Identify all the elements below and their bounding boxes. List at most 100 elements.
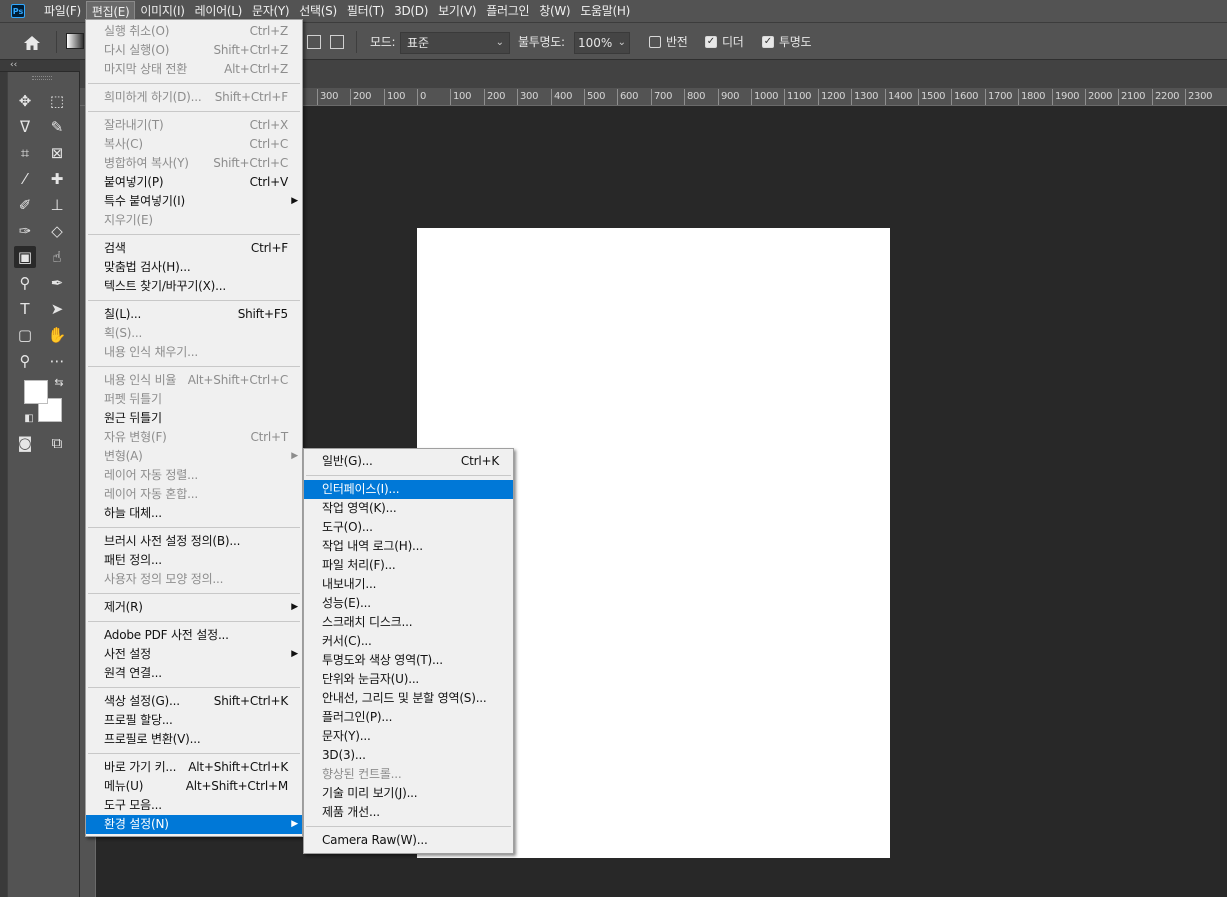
menu-edit[interactable]: 편집(E) bbox=[85, 1, 136, 21]
prefs-menu-item-제품-개선[interactable]: 제품 개선... bbox=[304, 803, 513, 822]
hand-tool-icon[interactable]: ✋ bbox=[46, 324, 68, 346]
edit-menu-item-패턴-정의[interactable]: 패턴 정의... bbox=[86, 551, 302, 570]
prefs-menu-item-내보내기[interactable]: 내보내기... bbox=[304, 575, 513, 594]
default-colors-icon[interactable]: ◧ bbox=[18, 408, 40, 430]
prefs-menu-item-성능[interactable]: 성능(E)... bbox=[304, 594, 513, 613]
prefs-menu-item-문자[interactable]: 문자(Y)... bbox=[304, 727, 513, 746]
edit-menu-item-원근-뒤틀기[interactable]: 원근 뒤틀기 bbox=[86, 409, 302, 428]
dither-checkbox[interactable]: ✓ bbox=[705, 36, 717, 48]
menu-file[interactable]: 파일(F) bbox=[39, 1, 86, 21]
menu-view[interactable]: 보기(V) bbox=[433, 1, 481, 21]
zoom-tool-icon[interactable]: ⚲ bbox=[14, 350, 36, 372]
mode-select[interactable]: 표준 ⌄ bbox=[400, 32, 510, 54]
menu-plugins[interactable]: 플러그인 bbox=[481, 1, 534, 21]
prefs-menu-item-향상된-컨트롤[interactable]: 향상된 컨트롤... bbox=[304, 765, 513, 784]
edit-menu-item-마지막-상태-전환[interactable]: 마지막 상태 전환 Alt+Ctrl+Z bbox=[86, 60, 302, 79]
menu-filter[interactable]: 필터(T) bbox=[342, 1, 389, 21]
stamp-tool-icon[interactable]: ⊥ bbox=[46, 194, 68, 216]
quick-mask-icon[interactable]: ◙ bbox=[14, 432, 36, 454]
smudge-tool-icon[interactable]: ☝ bbox=[46, 246, 68, 268]
opacity-input[interactable]: 100% ⌄ bbox=[574, 32, 630, 54]
prefs-menu-item-스크래치-디스크[interactable]: 스크래치 디스크... bbox=[304, 613, 513, 632]
move-tool-icon[interactable]: ✥ bbox=[14, 90, 36, 112]
edit-menu-item-실행-취소[interactable]: 실행 취소(O) Ctrl+Z bbox=[86, 22, 302, 41]
edit-menu-item-원격-연결[interactable]: 원격 연결... bbox=[86, 664, 302, 683]
prefs-menu-item-작업-영역[interactable]: 작업 영역(K)... bbox=[304, 499, 513, 518]
toolbar-collapse[interactable]: ‹‹ bbox=[0, 60, 80, 72]
edit-menu-item-잘라내기[interactable]: 잘라내기(T) Ctrl+X bbox=[86, 116, 302, 135]
edit-menu-item-획[interactable]: 획(S)... bbox=[86, 324, 302, 343]
edit-menu-item-레이어-자동-혼합[interactable]: 레이어 자동 혼합... bbox=[86, 485, 302, 504]
swap-colors-icon[interactable]: ⇆ bbox=[48, 372, 70, 394]
prefs-menu-item-안내선-그리드-및-분할-영역[interactable]: 안내선, 그리드 및 분할 영역(S)... bbox=[304, 689, 513, 708]
lasso-tool-icon[interactable]: ᐁ bbox=[14, 116, 36, 138]
edit-menu-item-붙여넣기[interactable]: 붙여넣기(P) Ctrl+V bbox=[86, 173, 302, 192]
marquee-tool-icon[interactable]: ⬚ bbox=[46, 90, 68, 112]
edit-menu-item-사용자-정의-모양-정의[interactable]: 사용자 정의 모양 정의... bbox=[86, 570, 302, 589]
foreground-color-swatch[interactable] bbox=[24, 380, 48, 404]
edit-menu-item-프로필로-변환[interactable]: 프로필로 변환(V)... bbox=[86, 730, 302, 749]
prefs-menu-item-일반[interactable]: 일반(G)... Ctrl+K bbox=[304, 452, 513, 471]
pen-tool-icon[interactable]: ✒ bbox=[46, 272, 68, 294]
edit-menu-item-메뉴[interactable]: 메뉴(U) Alt+Shift+Ctrl+M bbox=[86, 777, 302, 796]
prefs-menu-item-파일-처리[interactable]: 파일 처리(F)... bbox=[304, 556, 513, 575]
edit-menu-item-사전-설정[interactable]: 사전 설정 ▶ bbox=[86, 645, 302, 664]
frame-tool-icon[interactable]: ⊠ bbox=[46, 142, 68, 164]
dodge-tool-icon[interactable]: ⚲ bbox=[14, 272, 36, 294]
menu-3d[interactable]: 3D(D) bbox=[389, 1, 433, 21]
screen-mode-icon[interactable]: ⧉ bbox=[46, 432, 68, 454]
menu-help[interactable]: 도움말(H) bbox=[575, 1, 635, 21]
eraser-tool-icon[interactable]: ◇ bbox=[46, 220, 68, 242]
prefs-menu-item-플러그인[interactable]: 플러그인(P)... bbox=[304, 708, 513, 727]
edit-menu-item-색상-설정[interactable]: 색상 설정(G)... Shift+Ctrl+K bbox=[86, 692, 302, 711]
edit-menu-item-지우기[interactable]: 지우기(E) bbox=[86, 211, 302, 230]
edit-menu-item-변형[interactable]: 변형(A) ▶ bbox=[86, 447, 302, 466]
prefs-menu-item-3d[interactable]: 3D(3)... bbox=[304, 746, 513, 765]
edit-menu-item-프로필-할당[interactable]: 프로필 할당... bbox=[86, 711, 302, 730]
reverse-checkbox[interactable] bbox=[649, 36, 661, 48]
history-brush-tool-icon[interactable]: ✑ bbox=[14, 220, 36, 242]
edit-menu-item-텍스트-찾기-바꾸기[interactable]: 텍스트 찾기/바꾸기(X)... bbox=[86, 277, 302, 296]
edit-menu-item-자유-변형[interactable]: 자유 변형(F) Ctrl+T bbox=[86, 428, 302, 447]
eyedropper-tool-icon[interactable]: ⁄ bbox=[14, 168, 36, 190]
menu-window[interactable]: 창(W) bbox=[534, 1, 575, 21]
prefs-menu-item-기술-미리-보기[interactable]: 기술 미리 보기(J)... bbox=[304, 784, 513, 803]
edit-menu-item-다시-실행[interactable]: 다시 실행(O) Shift+Ctrl+Z bbox=[86, 41, 302, 60]
quick-select-tool-icon[interactable]: ✎ bbox=[46, 116, 68, 138]
menu-select[interactable]: 선택(S) bbox=[294, 1, 342, 21]
edit-menu-item-맞춤법-검사[interactable]: 맞춤법 검사(H)... bbox=[86, 258, 302, 277]
edit-menu-item-칠[interactable]: 칠(L)... Shift+F5 bbox=[86, 305, 302, 324]
edit-menu-item-레이어-자동-정렬[interactable]: 레이어 자동 정렬... bbox=[86, 466, 302, 485]
gradient-preview[interactable] bbox=[66, 33, 84, 49]
menu-layer[interactable]: 레이어(L) bbox=[190, 1, 247, 21]
edit-menu-item-병합하여-복사[interactable]: 병합하여 복사(Y) Shift+Ctrl+C bbox=[86, 154, 302, 173]
edit-menu-item-내용-인식-비율[interactable]: 내용 인식 비율 Alt+Shift+Ctrl+C bbox=[86, 371, 302, 390]
chevron-down-icon[interactable]: ⌄ bbox=[618, 33, 626, 53]
prefs-menu-item-camera-raw[interactable]: Camera Raw(W)... bbox=[304, 831, 513, 850]
prefs-menu-item-단위와-눈금자[interactable]: 단위와 눈금자(U)... bbox=[304, 670, 513, 689]
prefs-menu-item-작업-내역-로그[interactable]: 작업 내역 로그(H)... bbox=[304, 537, 513, 556]
edit-menu-item-바로-가기-키[interactable]: 바로 가기 키... Alt+Shift+Ctrl+K bbox=[86, 758, 302, 777]
rectangle-tool-icon[interactable]: ▢ bbox=[14, 324, 36, 346]
brush-tool-icon[interactable]: ✐ bbox=[14, 194, 36, 216]
path-select-tool-icon[interactable]: ➤ bbox=[46, 298, 68, 320]
edit-menu-item-도구-모음[interactable]: 도구 모음... bbox=[86, 796, 302, 815]
edit-menu-item-퍼펫-뒤틀기[interactable]: 퍼펫 뒤틀기 bbox=[86, 390, 302, 409]
home-icon[interactable] bbox=[22, 34, 42, 52]
edit-menu-item-희미하게-하기[interactable]: 희미하게 하기(D)... Shift+Ctrl+F bbox=[86, 88, 302, 107]
menu-type[interactable]: 문자(Y) bbox=[247, 1, 294, 21]
edit-menu-item-복사[interactable]: 복사(C) Ctrl+C bbox=[86, 135, 302, 154]
gradient-tool-icon[interactable]: ▣ bbox=[14, 246, 36, 268]
edit-menu-item-하늘-대체[interactable]: 하늘 대체... bbox=[86, 504, 302, 523]
prefs-menu-item-인터페이스[interactable]: 인터페이스(I)... bbox=[304, 480, 513, 499]
reflected-gradient-icon[interactable] bbox=[330, 35, 344, 49]
prefs-menu-item-투명도와-색상-영역[interactable]: 투명도와 색상 영역(T)... bbox=[304, 651, 513, 670]
edit-menu-item-내용-인식-채우기[interactable]: 내용 인식 채우기... bbox=[86, 343, 302, 362]
toolbar-grip[interactable] bbox=[32, 76, 52, 80]
edit-menu-item-제거[interactable]: 제거(R) ▶ bbox=[86, 598, 302, 617]
edit-menu-item-adobe-pdf-사전-설정[interactable]: Adobe PDF 사전 설정... bbox=[86, 626, 302, 645]
type-tool-icon[interactable]: T bbox=[14, 298, 36, 320]
edit-menu-item-브러시-사전-설정-정의[interactable]: 브러시 사전 설정 정의(B)... bbox=[86, 532, 302, 551]
more-tools-icon[interactable]: ⋯ bbox=[46, 350, 68, 372]
healing-brush-tool-icon[interactable]: ✚ bbox=[46, 168, 68, 190]
